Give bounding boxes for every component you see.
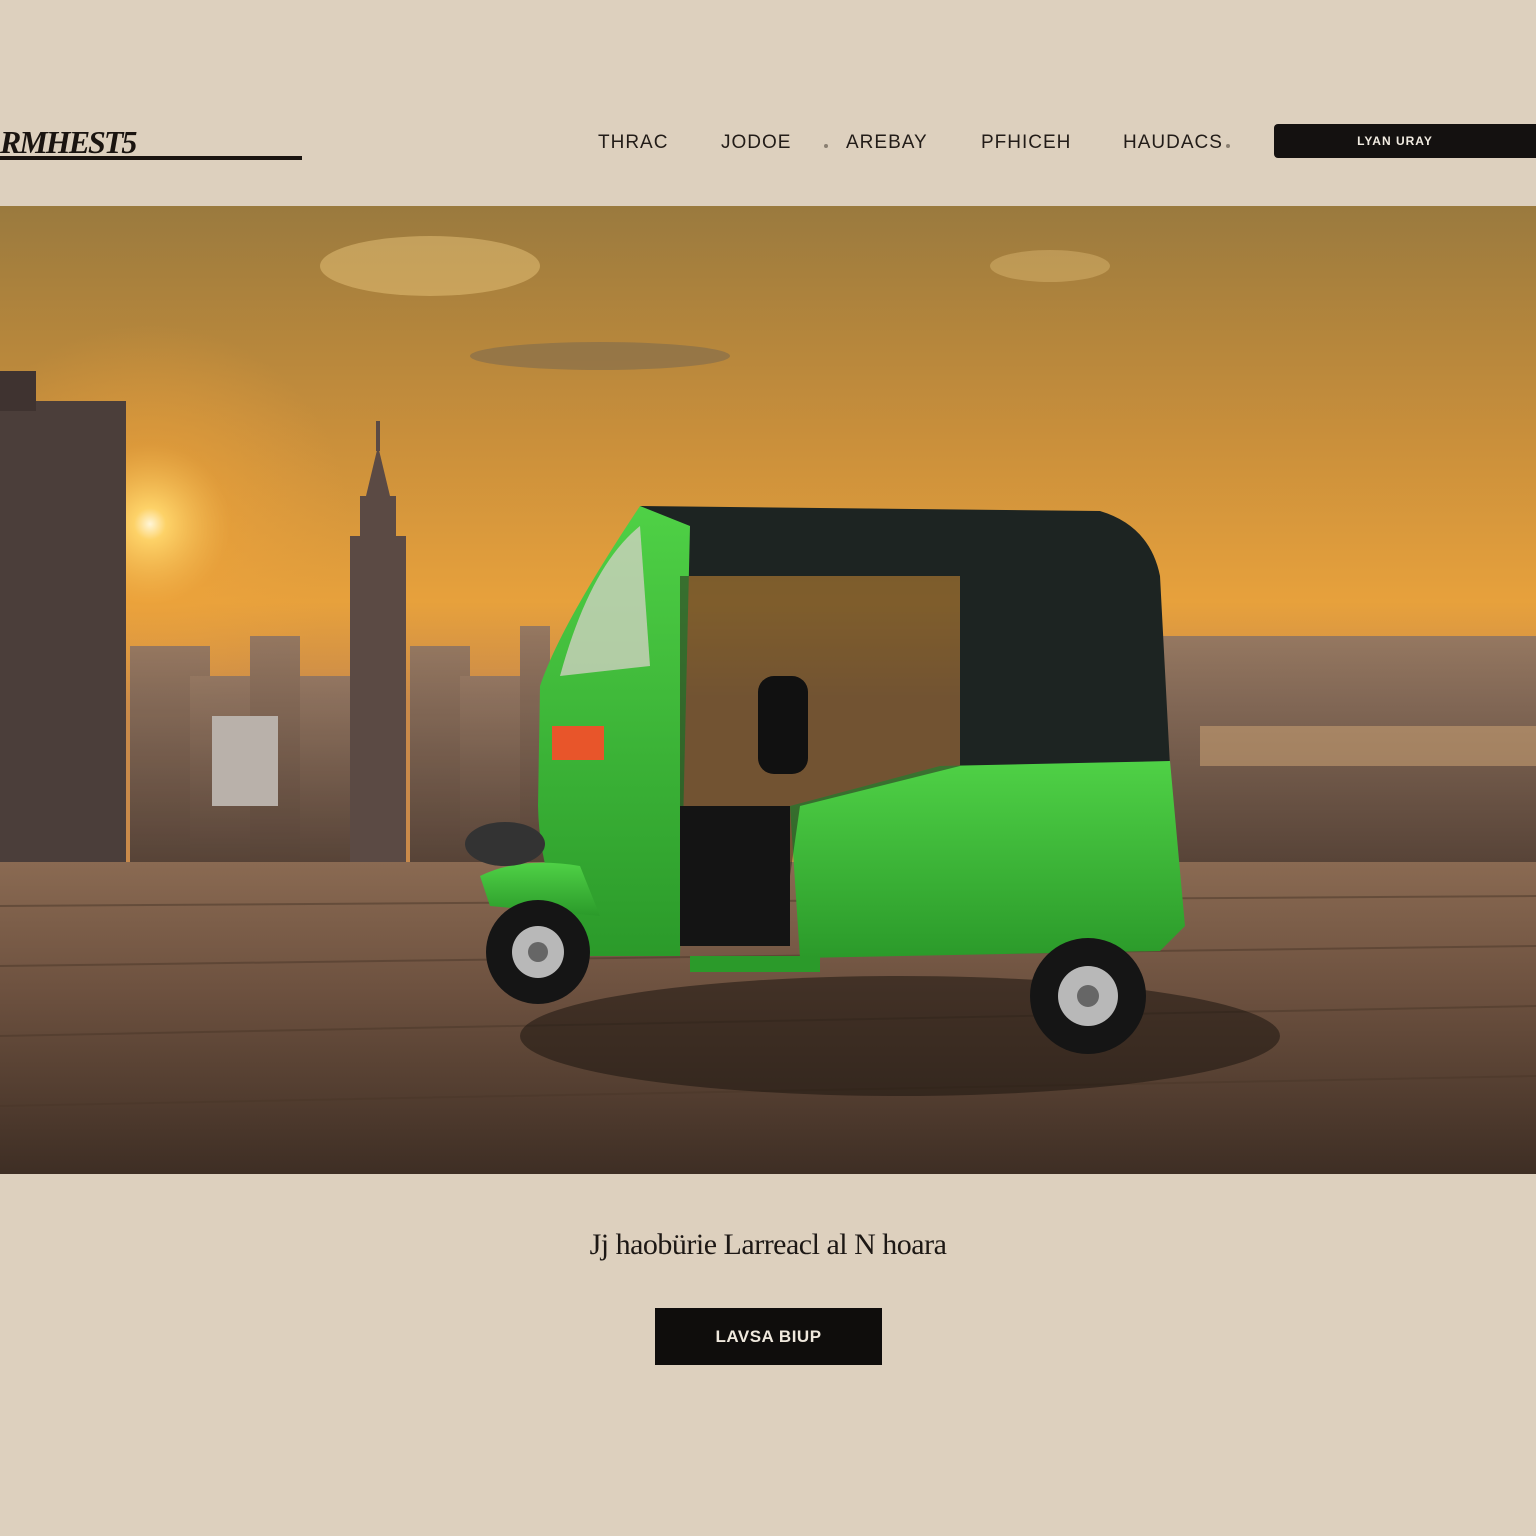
indicator-light bbox=[552, 726, 604, 760]
nav-item-2[interactable]: JODOE bbox=[721, 132, 791, 154]
nav-item-1[interactable]: THRAC bbox=[598, 132, 668, 154]
nav-item-4[interactable]: PFHICEH bbox=[981, 132, 1071, 154]
hero-image bbox=[0, 206, 1536, 1174]
building-white bbox=[212, 716, 278, 806]
nav-item-3[interactable]: AREBAY bbox=[846, 132, 928, 154]
side-mirror bbox=[758, 676, 808, 774]
skyscraper-left-top bbox=[0, 371, 36, 411]
hero-tagline: Jj haobürie Larreacl al N hoara bbox=[589, 1228, 947, 1261]
rickshaw-shadow bbox=[520, 976, 1280, 1096]
nav-item-5[interactable]: HAUDACS bbox=[1123, 132, 1223, 154]
skyscraper-left bbox=[0, 401, 126, 866]
nav-separator bbox=[1226, 144, 1230, 148]
river-glint bbox=[1200, 726, 1536, 766]
nav-separator bbox=[824, 144, 828, 148]
header-cta-button[interactable]: LYAN URAY bbox=[1274, 124, 1536, 158]
primary-cta-button[interactable]: LAVSA BIUP bbox=[655, 1308, 882, 1365]
main-nav: THRAC JODOE AREBAY PFHICEH HAUDACS bbox=[0, 132, 1260, 160]
